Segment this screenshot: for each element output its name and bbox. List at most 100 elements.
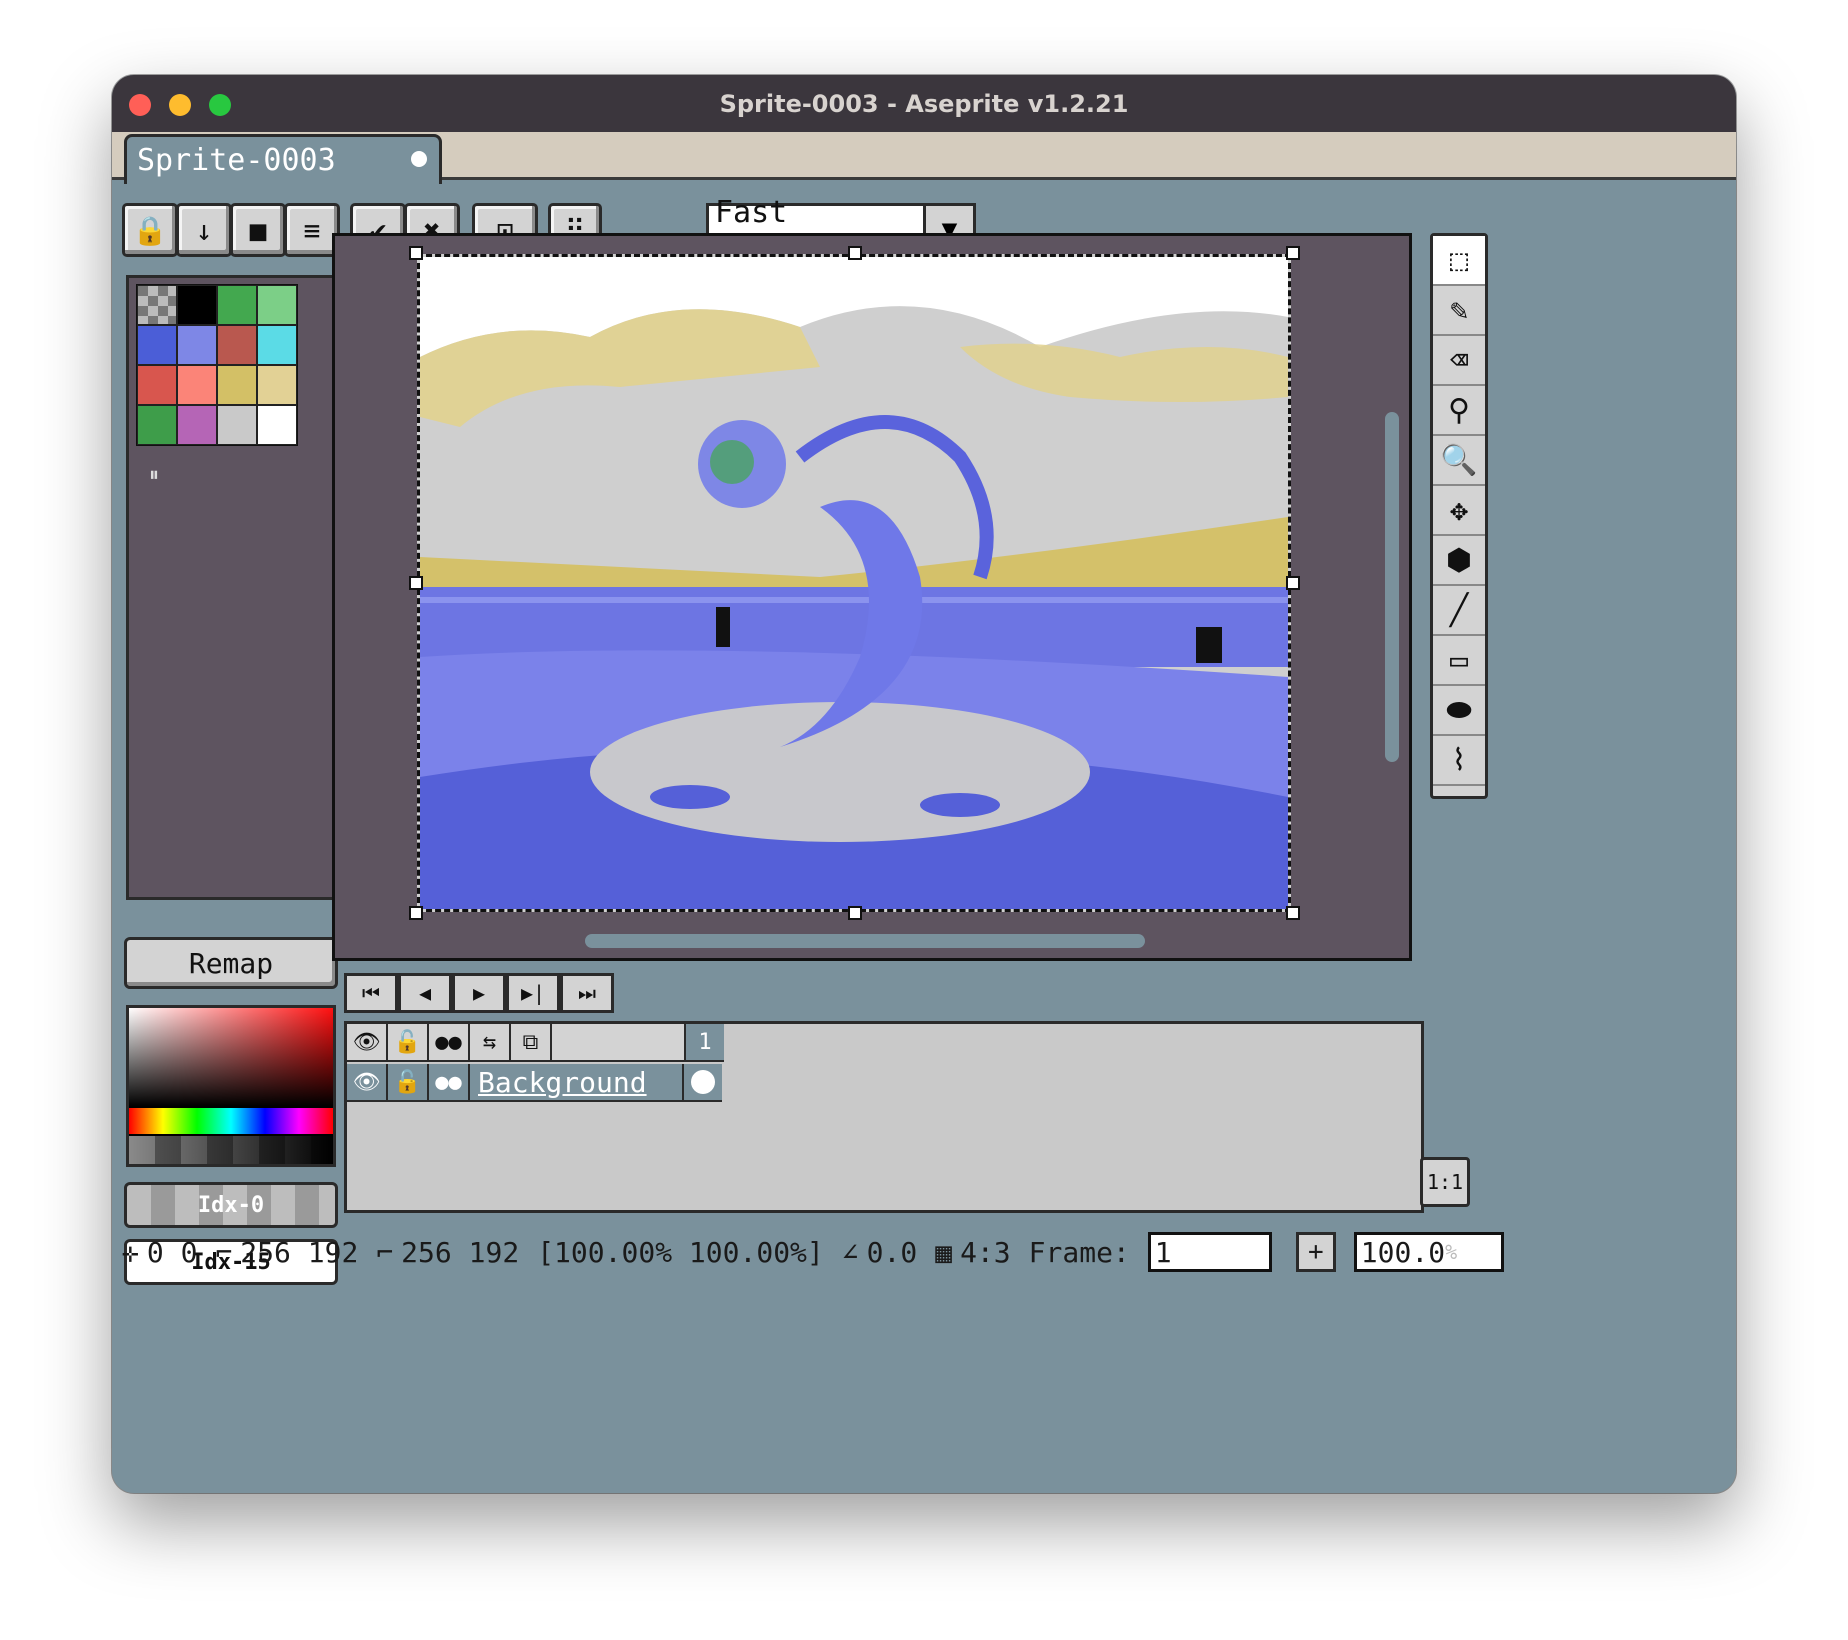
saturation-value-box[interactable] bbox=[129, 1008, 333, 1106]
unsaved-dot-icon[interactable] bbox=[411, 151, 427, 167]
zoom-icon[interactable]: 🔍 bbox=[1433, 436, 1485, 486]
color-picker[interactable] bbox=[126, 1005, 336, 1167]
layer-name[interactable]: Background bbox=[470, 1064, 684, 1102]
rotation-angle: 0.0 bbox=[866, 1235, 918, 1269]
playback-controls: ⏮ ◀ ▶ ▶| ⏭ bbox=[344, 973, 614, 1013]
cel-dot-icon bbox=[691, 1070, 715, 1094]
resize-handle-right[interactable] bbox=[1286, 576, 1300, 590]
zoom-1-1-button[interactable]: 1:1 bbox=[1420, 1157, 1470, 1207]
continuous-icon[interactable]: ●● bbox=[429, 1064, 470, 1102]
resize-handle-top-right[interactable] bbox=[1286, 246, 1300, 260]
vertical-scrollbar[interactable] bbox=[1385, 412, 1399, 762]
eraser-icon[interactable]: ⌫ bbox=[1433, 336, 1485, 386]
resize-handle-left[interactable] bbox=[409, 576, 423, 590]
lock-icon[interactable]: 🔒 bbox=[122, 203, 178, 257]
pixel-ratio-icon: ▦ bbox=[935, 1235, 953, 1269]
visibility-header-icon[interactable]: 👁 bbox=[347, 1024, 388, 1062]
palette-swatch[interactable] bbox=[137, 405, 177, 445]
title-bar: Sprite-0003 - Aseprite v1.2.21 bbox=[112, 75, 1736, 132]
scaled-size-icon: ⌐ bbox=[376, 1235, 394, 1269]
pencil-icon[interactable]: ✎ bbox=[1433, 286, 1485, 336]
maximize-window-button[interactable] bbox=[209, 94, 231, 116]
sprite-editor[interactable] bbox=[332, 233, 1412, 961]
palette-swatch[interactable] bbox=[217, 365, 257, 405]
sprite-image bbox=[420, 257, 1288, 909]
palette-panel: ⏸ bbox=[126, 275, 336, 900]
selection-size: 256 192 bbox=[240, 1235, 359, 1269]
rectangle-icon[interactable]: ▭ bbox=[1433, 636, 1485, 686]
palette-swatch[interactable] bbox=[257, 325, 297, 365]
tab-sprite-0003[interactable]: Sprite-0003 bbox=[124, 134, 442, 184]
aspect-ratio: 4:3 bbox=[960, 1235, 1011, 1269]
blur-icon[interactable]: ⌇ bbox=[1433, 736, 1485, 786]
timeline-header: 👁 🔓 ●● ⇆ ⧉ 1 bbox=[347, 1024, 724, 1062]
paint-bucket-icon[interactable]: ⬢ bbox=[1433, 536, 1485, 586]
palette-swatch[interactable] bbox=[217, 285, 257, 325]
contour-icon[interactable]: ⬬ bbox=[1433, 686, 1485, 736]
lock-header-icon[interactable]: 🔓 bbox=[388, 1024, 429, 1062]
palette-swatch[interactable] bbox=[177, 365, 217, 405]
line-icon[interactable]: ╱ bbox=[1433, 586, 1485, 636]
aseprite-window: Sprite-0003 - Aseprite v1.2.21 Sprite-00… bbox=[112, 75, 1736, 1493]
zoom-input[interactable]: 100.0% bbox=[1353, 1232, 1504, 1272]
continuous-header-icon[interactable]: ●● bbox=[429, 1024, 470, 1062]
timeline[interactable]: 👁 🔓 ●● ⇆ ⧉ 1 👁 🔓 ●● Background bbox=[344, 1021, 1424, 1213]
first-frame-button[interactable]: ⏮ bbox=[344, 973, 398, 1013]
resize-handle-bottom-right[interactable] bbox=[1286, 906, 1300, 920]
resize-handle-bottom-left[interactable] bbox=[409, 906, 423, 920]
crosshair-icon: ✛ bbox=[122, 1235, 139, 1269]
previous-frame-button[interactable]: ◀ bbox=[398, 973, 452, 1013]
palette-swatch[interactable] bbox=[137, 325, 177, 365]
palette-resize-handle[interactable]: ⏸ bbox=[149, 462, 159, 486]
palette-swatch[interactable] bbox=[217, 405, 257, 445]
last-frame-button[interactable]: ⏭ bbox=[560, 973, 614, 1013]
layer-options-header-icon[interactable]: ⇆ bbox=[470, 1024, 511, 1062]
layer-row[interactable]: 👁 🔓 ●● Background bbox=[347, 1064, 722, 1102]
resize-handle-top[interactable] bbox=[848, 246, 862, 260]
eyedropper-icon[interactable]: ⚲ bbox=[1433, 386, 1485, 436]
frame-label: Frame: bbox=[1028, 1235, 1130, 1269]
sprite-canvas[interactable] bbox=[417, 254, 1291, 912]
scale-percent: [100.00% 100.00%] bbox=[537, 1235, 824, 1269]
close-window-button[interactable] bbox=[129, 94, 151, 116]
minimize-window-button[interactable] bbox=[169, 94, 191, 116]
cursor-position: 0 0 bbox=[146, 1235, 198, 1269]
palette-swatch[interactable] bbox=[257, 365, 297, 405]
play-button[interactable]: ▶ bbox=[452, 973, 506, 1013]
frame-header-1[interactable]: 1 bbox=[686, 1024, 724, 1062]
status-bar: ✛ 0 0 ⌐ 256 192 ⌐ 256 192 [100.00% 100.0… bbox=[122, 1227, 1726, 1277]
frame-input[interactable]: 1 bbox=[1147, 1232, 1272, 1272]
onion-skin-header-icon[interactable]: ⧉ bbox=[511, 1024, 552, 1062]
arrow-down-icon[interactable]: ↓ bbox=[176, 203, 232, 257]
square-icon[interactable]: ■ bbox=[230, 203, 286, 257]
next-frame-button[interactable]: ▶| bbox=[506, 973, 560, 1013]
palette-swatch[interactable] bbox=[137, 285, 177, 325]
palette-swatch[interactable] bbox=[177, 285, 217, 325]
hue-slider[interactable] bbox=[129, 1108, 333, 1134]
cel[interactable] bbox=[684, 1064, 722, 1102]
resize-handle-top-left[interactable] bbox=[409, 246, 423, 260]
palette-swatch[interactable] bbox=[137, 365, 177, 405]
palette-swatch[interactable] bbox=[257, 285, 297, 325]
scaled-size: 256 192 bbox=[401, 1235, 520, 1269]
rectangular-marquee-icon[interactable]: ⬚ bbox=[1433, 236, 1485, 286]
unlock-icon[interactable]: 🔓 bbox=[388, 1064, 429, 1102]
palette-swatch[interactable] bbox=[217, 325, 257, 365]
palette-swatch[interactable] bbox=[257, 405, 297, 445]
alpha-slider[interactable] bbox=[129, 1136, 333, 1164]
eye-icon[interactable]: 👁 bbox=[347, 1064, 388, 1102]
palette-swatch[interactable] bbox=[177, 325, 217, 365]
window-title: Sprite-0003 - Aseprite v1.2.21 bbox=[719, 89, 1129, 118]
resize-handle-bottom[interactable] bbox=[848, 906, 862, 920]
palette-swatch[interactable] bbox=[177, 405, 217, 445]
new-frame-button[interactable]: + bbox=[1295, 1232, 1336, 1272]
move-icon[interactable]: ✥ bbox=[1433, 486, 1485, 536]
horizontal-scrollbar[interactable] bbox=[585, 934, 1145, 948]
remap-button[interactable]: Remap bbox=[124, 937, 338, 989]
angle-icon: ∠ bbox=[841, 1235, 859, 1269]
foreground-color-button[interactable]: Idx-0 bbox=[124, 1182, 338, 1228]
zoom-suffix: % bbox=[1445, 1240, 1458, 1264]
selection-size-icon: ⌐ bbox=[215, 1235, 233, 1269]
palette-swatches bbox=[136, 284, 298, 446]
tab-label: Sprite-0003 bbox=[137, 143, 336, 178]
